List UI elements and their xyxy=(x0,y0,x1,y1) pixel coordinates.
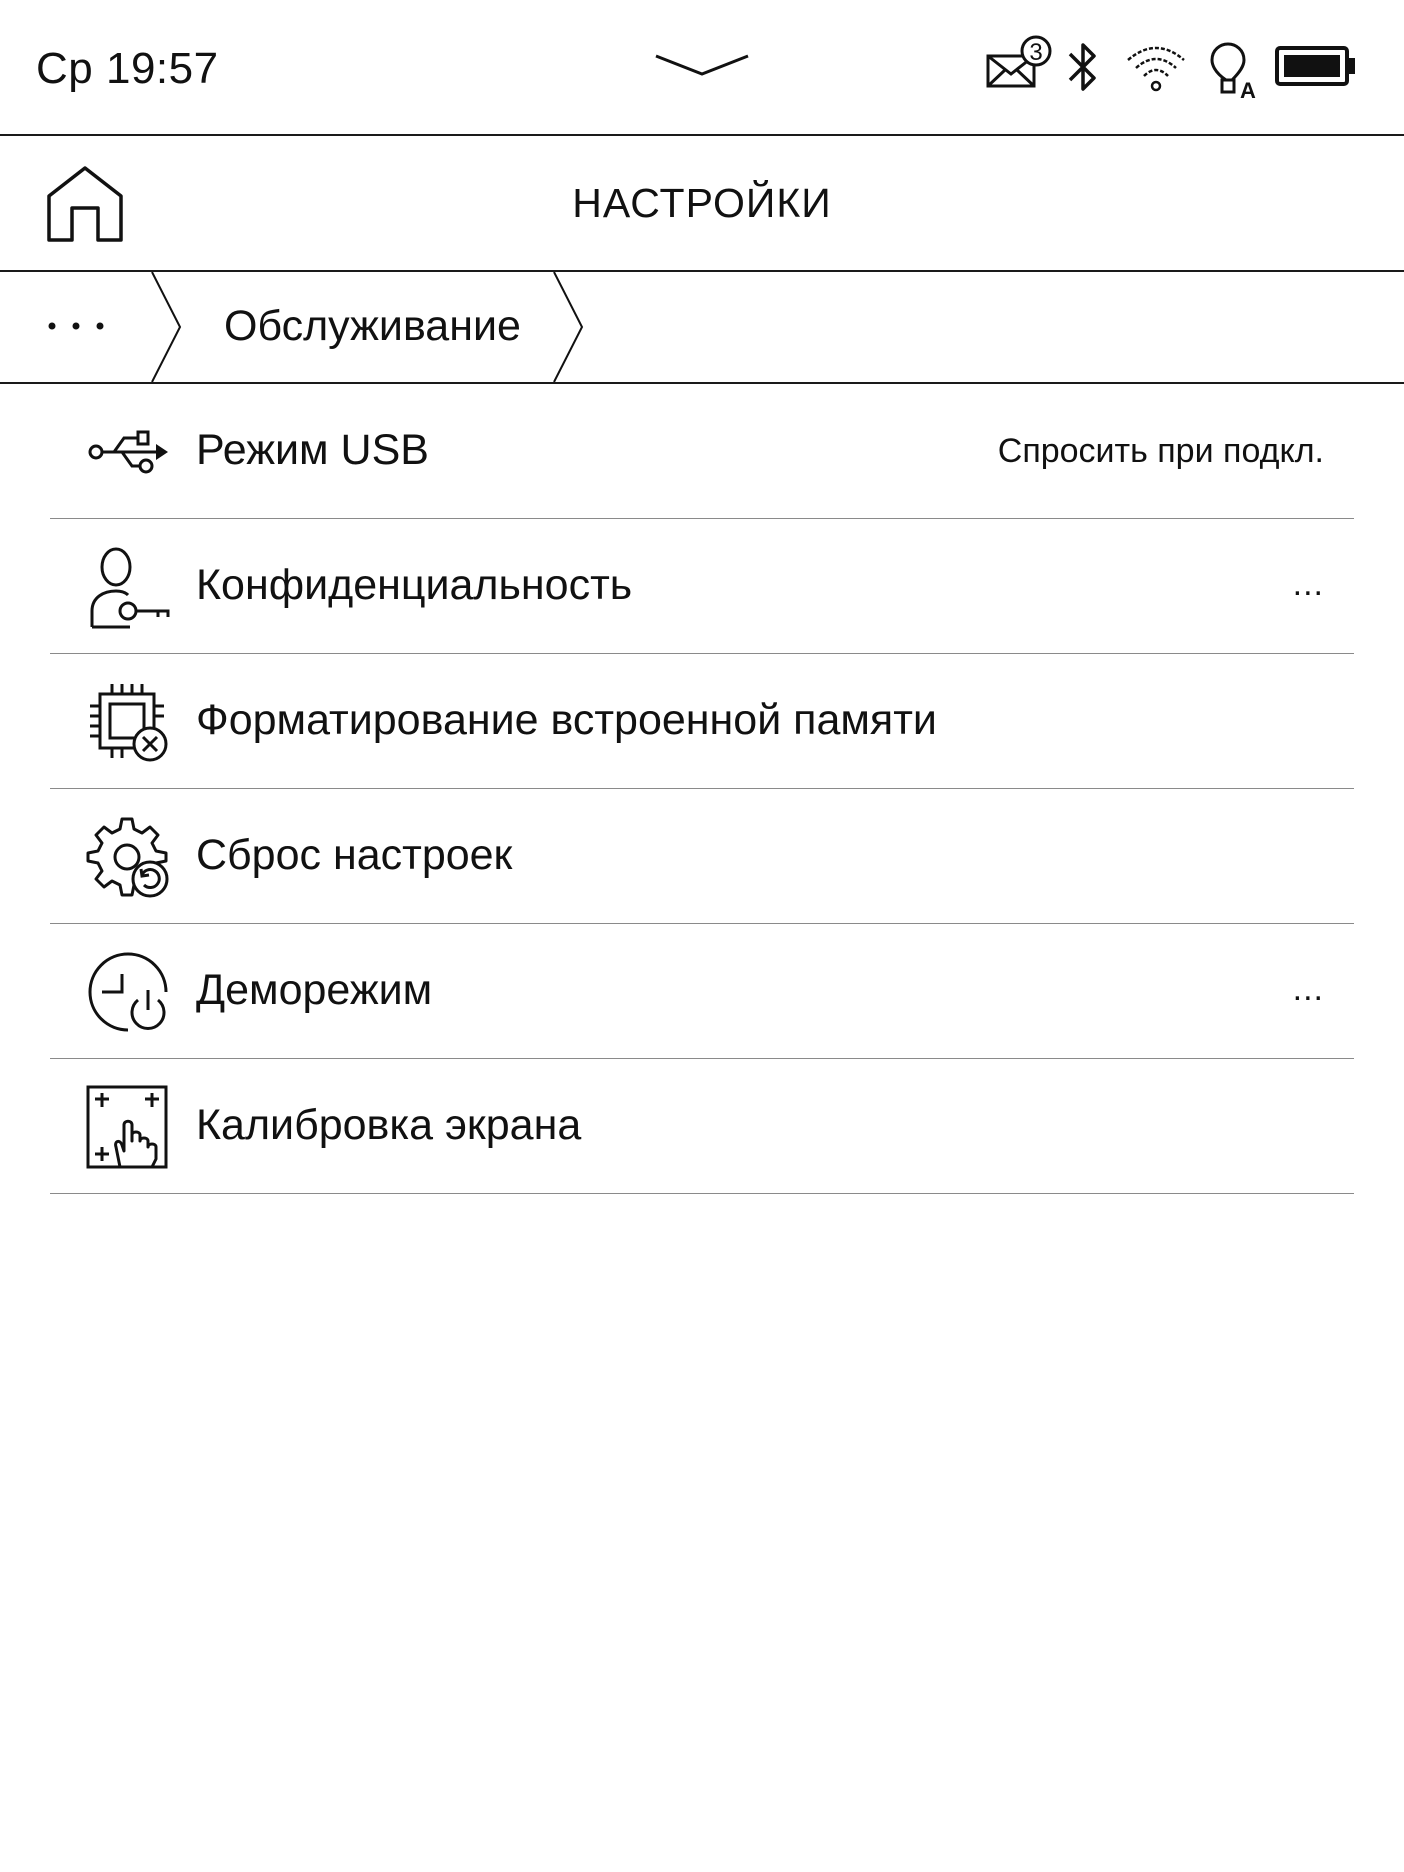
mail-icon[interactable]: 3 xyxy=(984,34,1056,96)
screen-calibration-icon xyxy=(86,1085,168,1169)
list-item-usb-mode[interactable]: Режим USB Спросить при подкл. xyxy=(50,384,1354,519)
wifi-icon[interactable] xyxy=(1124,42,1188,94)
format-memory-icon xyxy=(90,684,168,762)
breadcrumb-separator-icon xyxy=(151,272,182,382)
breadcrumb-separator-icon xyxy=(553,272,584,382)
list-item-privacy[interactable]: Конфиденциальность ... xyxy=(50,519,1354,654)
status-time: Ср 19:57 xyxy=(36,44,219,93)
panel-toggle-icon[interactable] xyxy=(652,50,752,80)
mail-count: 3 xyxy=(1029,39,1042,66)
item-label: Деморежим xyxy=(196,966,433,1014)
privacy-key-icon xyxy=(90,547,170,629)
light-auto-letter: A xyxy=(1240,78,1256,102)
settings-list: Режим USB Спросить при подкл. Конфиденци… xyxy=(0,384,1404,1194)
item-label: Конфиденциальность xyxy=(196,561,633,609)
breadcrumb-current[interactable]: Обслуживание xyxy=(224,302,521,351)
breadcrumb-more-icon[interactable] xyxy=(40,272,120,382)
item-more-indicator: ... xyxy=(1292,565,1324,603)
usb-icon xyxy=(88,430,168,474)
bluetooth-icon[interactable] xyxy=(1064,38,1102,96)
status-bar: Ср 19:57 3 A xyxy=(0,0,1404,136)
reset-settings-icon xyxy=(86,817,169,898)
list-item-demo-mode[interactable]: Деморежим ... xyxy=(50,924,1354,1059)
item-label: Режим USB xyxy=(196,426,429,474)
header: НАСТРОЙКИ xyxy=(0,136,1404,272)
item-value: Спросить при подкл. xyxy=(997,432,1324,470)
battery-icon[interactable] xyxy=(1274,44,1358,88)
demo-mode-icon xyxy=(88,952,168,1032)
frontlight-auto-icon[interactable]: A xyxy=(1204,40,1262,102)
list-item-reset-settings[interactable]: Сброс настроек xyxy=(50,789,1354,924)
list-item-screen-calibration[interactable]: Калибровка экрана xyxy=(50,1059,1354,1194)
item-label: Калибровка экрана xyxy=(196,1101,582,1149)
item-more-indicator: ... xyxy=(1292,970,1324,1008)
item-label: Форматирование встроенной памяти xyxy=(196,696,937,744)
list-item-format-memory[interactable]: Форматирование встроенной памяти xyxy=(50,654,1354,789)
breadcrumb: Обслуживание xyxy=(0,272,1404,384)
page-title: НАСТРОЙКИ xyxy=(572,180,832,226)
item-label: Сброс настроек xyxy=(196,831,513,879)
